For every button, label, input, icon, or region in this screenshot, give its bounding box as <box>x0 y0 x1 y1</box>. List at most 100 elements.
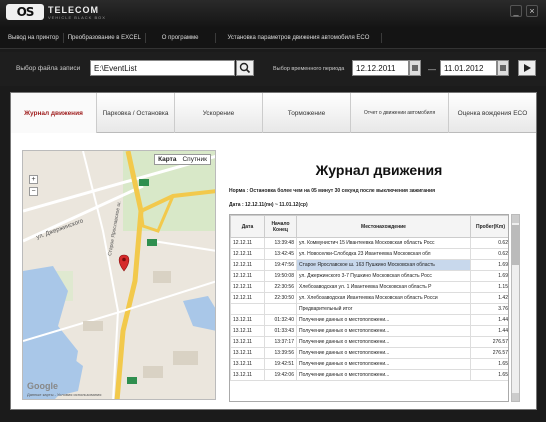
cell-time: 13:42:45 <box>264 248 297 260</box>
table-row[interactable]: Предварительный итог 3.76 <box>230 303 508 315</box>
cell-location: ул. Джержинского 3-7 Пушкино Московская … <box>296 270 471 282</box>
cell-date: 12.12.11 <box>230 259 265 271</box>
cell-mileage: 1.65 <box>470 369 508 381</box>
cell-mileage: 1.69 <box>470 259 508 271</box>
start-date-input[interactable]: 12.12.2011 <box>352 60 409 76</box>
tab-braking[interactable]: Торможение <box>263 93 351 133</box>
table-row[interactable]: 12.12.11 13:39:48 ул. Коммунистич 15 Ивант… <box>230 237 508 249</box>
cell-location: Получение данных о местоположени... <box>296 314 471 326</box>
file-path-input[interactable]: E:\EventList <box>90 60 235 76</box>
menu-about[interactable]: О программе <box>146 32 216 43</box>
cell-time: 13:39:48 <box>264 237 297 249</box>
table-row[interactable]: 13.12.11 13:39:56 Получение данных о место… <box>230 347 508 359</box>
cell-time: 19:42:06 <box>264 369 297 381</box>
play-icon <box>524 64 531 72</box>
map-type-satellite[interactable]: Спутник <box>179 155 210 164</box>
end-date-input[interactable]: 11.01.2012 <box>440 60 497 76</box>
close-button[interactable]: × <box>526 5 538 17</box>
table-row[interactable]: 13.12.11 01:32:40 Получение данных о место… <box>230 314 508 326</box>
cell-time: 19:47:56 <box>264 259 297 271</box>
end-calendar-button[interactable] <box>497 60 509 76</box>
zoom-control: + − <box>29 175 39 199</box>
main-panel: Журнал движения Парковка / Остановка Уск… <box>10 92 537 410</box>
cell-time: 13:37:17 <box>264 336 297 348</box>
zoom-out-button[interactable]: − <box>29 187 38 196</box>
period-label: Выбор временного периода <box>273 66 345 72</box>
map-type-toggle: Карта Спутник <box>154 154 211 165</box>
table-row[interactable]: 12.12.11 13:42:45 ул. Новоселки-Слободка 2… <box>230 248 508 260</box>
logo-mark: OS <box>6 4 44 20</box>
menu-excel[interactable]: Преобразование в EXCEL <box>64 32 146 43</box>
column-header-location[interactable]: Местонахождение <box>296 215 471 238</box>
search-icon <box>239 62 251 74</box>
map-terms-link[interactable]: Данные карты - Условия использования <box>27 392 101 397</box>
cell-location: ул. Коммунистич 15 Ивантеевка Московская… <box>296 237 471 249</box>
table-row[interactable]: 12.12.11 19:47:56 Старое Ярославское ш. 16… <box>230 259 508 271</box>
app-logo: OS TELECOM VEHICLE BLACK BOX <box>6 4 106 20</box>
calendar-icon <box>412 65 418 71</box>
scroll-thumb[interactable] <box>512 225 519 265</box>
browse-button[interactable] <box>236 60 254 76</box>
cell-location: Получение данных о местоположени... <box>296 325 471 337</box>
column-header-date[interactable]: Дата <box>230 215 265 238</box>
tab-eco-rating[interactable]: Оценка вождения ECO <box>449 93 536 133</box>
column-header-mileage[interactable]: Пробег(Km) <box>470 215 508 238</box>
table-row[interactable]: 13.12.11 13:37:17 Получение данных о место… <box>230 336 508 348</box>
cell-mileage: 1.44 <box>470 325 508 337</box>
cell-location: Предварительный итог <box>296 303 471 315</box>
cell-date: 13.12.11 <box>230 314 265 326</box>
menu-print[interactable]: Вывод на принтор <box>4 32 64 43</box>
table-row[interactable]: 13.12.11 01:33:43 Получение данных о место… <box>230 325 508 337</box>
journal-norm-note: Норма : Остановка более чем на 05 минут … <box>229 188 436 194</box>
table-row[interactable]: 13.12.11 19:42:51 Получение данных о место… <box>230 358 508 370</box>
google-logo: Google <box>27 381 58 391</box>
cell-location: Получение данных о местоположени... <box>296 358 471 370</box>
cell-time: 19:50:08 <box>264 270 297 282</box>
tab-journal[interactable]: Журнал движения <box>11 93 97 133</box>
menu-eco-settings[interactable]: Установка параметров движения автомобиля… <box>216 32 383 43</box>
cell-date: 13.12.11 <box>230 336 265 348</box>
cell-date: 12.12.11 <box>230 281 265 293</box>
cell-location: ул. Новоселки-Слободка 23 Ивантеевка Мос… <box>296 248 471 260</box>
cell-mileage: 1.42 <box>470 292 508 304</box>
cell-location: Старое Ярославское ш. 163 Пушкино Москов… <box>296 259 471 271</box>
cell-location: Получение данных о местоположени... <box>296 369 471 381</box>
cell-date: 13.12.11 <box>230 347 265 359</box>
cell-time: 01:32:40 <box>264 314 297 326</box>
column-header-time[interactable]: Начало Конец <box>264 215 297 238</box>
tab-parking[interactable]: Парковка / Остановка <box>97 93 175 133</box>
apply-button[interactable] <box>518 60 536 76</box>
tab-acceleration[interactable]: Ускорение <box>175 93 263 133</box>
cell-mileage: 0.62 <box>470 248 508 260</box>
period-dash: — <box>428 65 436 74</box>
cell-date: 12.12.11 <box>230 237 265 249</box>
cell-time: 19:42:51 <box>264 358 297 370</box>
table-row[interactable]: 12.12.11 19:50:08 ул. Джержинского 3-7 Пуш… <box>230 270 508 282</box>
journal-table[interactable]: Дата Начало Конец Местонахождение Пробег… <box>229 214 509 402</box>
scroll-up-arrow[interactable] <box>512 215 519 223</box>
start-calendar-button[interactable] <box>409 60 421 76</box>
cell-date <box>230 303 265 315</box>
logo-name: TELECOM <box>48 4 99 15</box>
table-row[interactable]: 12.12.11 22:30:50 ул. Хлебозаводская Ивант… <box>230 292 508 304</box>
scroll-down-arrow[interactable] <box>512 393 519 401</box>
zoom-in-button[interactable]: + <box>29 175 38 184</box>
file-label: Выбор файла записи <box>16 65 81 72</box>
cell-date: 12.12.11 <box>230 292 265 304</box>
cell-time: 22:30:50 <box>264 292 297 304</box>
table-row[interactable]: 12.12.11 22:30:56 Хлебозаводская ул. 1 Ива… <box>230 281 508 293</box>
cell-time <box>264 303 297 315</box>
tab-vehicle-report[interactable]: Отчет о движении автомобиля <box>351 93 449 133</box>
table-scrollbar[interactable] <box>511 214 520 402</box>
journal-section: Журнал движения Норма : Остановка более … <box>229 150 529 406</box>
minimize-button[interactable]: _ <box>510 5 522 17</box>
cell-mileage: 3.76 <box>470 303 508 315</box>
cell-mileage: 1.69 <box>470 270 508 282</box>
map-type-map[interactable]: Карта <box>155 155 179 164</box>
cell-mileage: 276.57 <box>470 347 508 359</box>
map-view[interactable]: ул. Джержинского Старое Ярославское ш. К… <box>22 150 216 400</box>
report-tabs: Журнал движения Парковка / Остановка Уск… <box>11 93 536 133</box>
table-row[interactable]: 13.12.11 19:42:06 Получение данных о место… <box>230 369 508 381</box>
file-bar: Выбор файла записи E:\EventList Выбор вр… <box>0 52 546 86</box>
cell-time: 13:39:56 <box>264 347 297 359</box>
